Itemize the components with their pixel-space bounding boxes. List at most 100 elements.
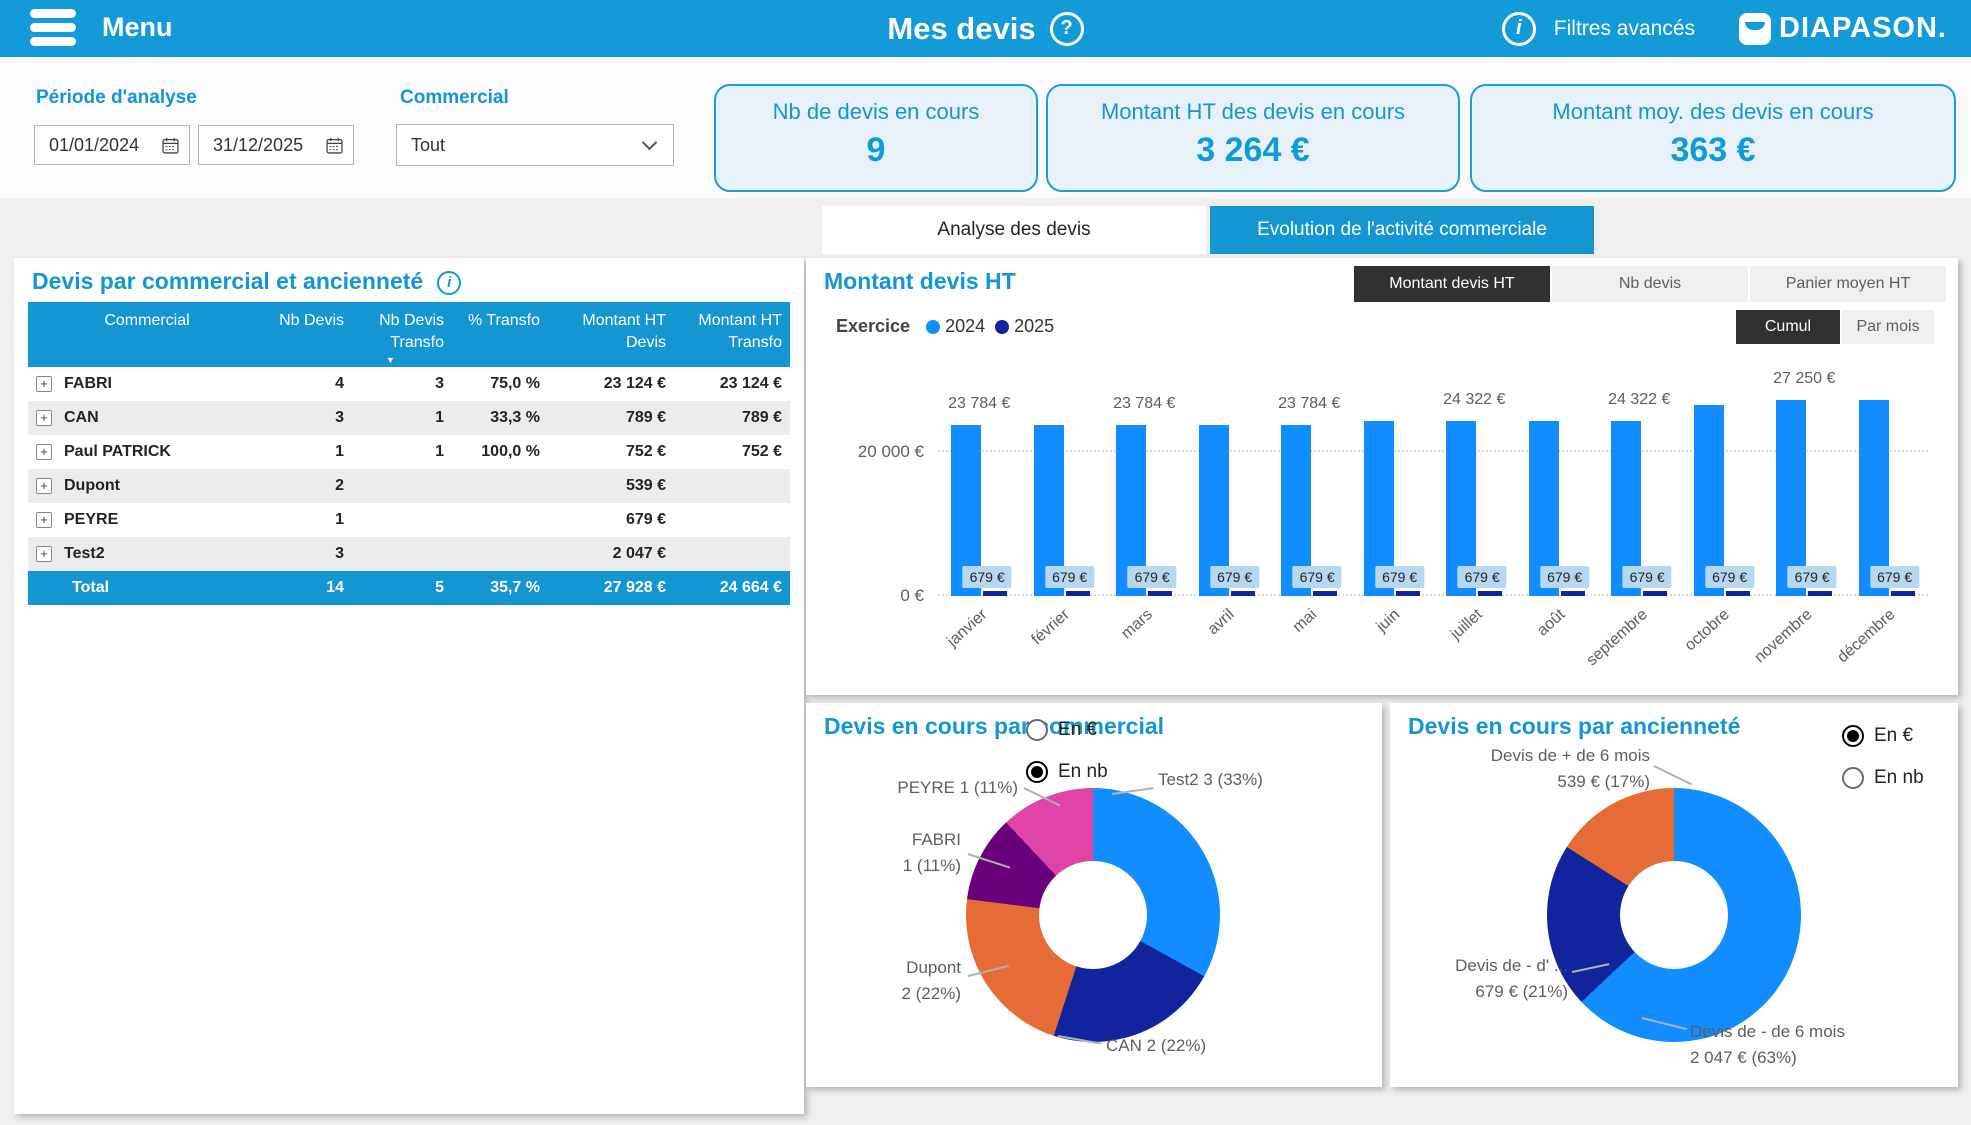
bar-group-juillet: 24 322 €679 € (1433, 354, 1516, 596)
radio-en-nb[interactable]: En nb (1842, 767, 1924, 789)
bar-2025-octobre[interactable] (1726, 591, 1750, 596)
bar-2025-mars[interactable] (1148, 591, 1172, 596)
legend-dot-2025 (995, 320, 1009, 334)
legend-2025[interactable]: 2025 (995, 316, 1054, 337)
top-bar: Menu Mes devis ? i Filtres avancés DIAPA… (0, 0, 1971, 57)
bar-2025-septembre[interactable] (1643, 591, 1667, 596)
metric-button-nb-devis[interactable]: Nb devis (1552, 266, 1748, 302)
bar-group-juin: 679 € (1351, 354, 1434, 596)
bar-2025-juillet[interactable] (1478, 591, 1502, 596)
table-row[interactable]: +Test2 3 2 047 € (28, 537, 790, 571)
date-to-input[interactable]: 31/12/2025 (198, 125, 354, 165)
legend-2024[interactable]: 2024 (926, 316, 985, 337)
bar-2025-juin[interactable] (1396, 591, 1420, 596)
commercial-select[interactable]: Tout (396, 124, 674, 166)
donut-chart-anciennete[interactable] (1547, 788, 1801, 1042)
callout-2025-octobre: 679 € (1705, 566, 1754, 588)
callout-2025-septembre: 679 € (1623, 566, 1672, 588)
bar-2025-novembre[interactable] (1808, 591, 1832, 596)
y-axis-tick-20000: 20 000 € (830, 442, 924, 462)
bar-2025-janvier[interactable] (983, 591, 1007, 596)
col-montant-ht-transfo[interactable]: Montant HT Transfo (674, 302, 790, 367)
bar-group-septembre: 24 322 €679 € (1598, 354, 1681, 596)
table-row[interactable]: +CAN 31 33,3 %789 € 789 € (28, 401, 790, 435)
slice-label-moins-6-mois: Devis de - de 6 mois 2 047 € (63%) (1690, 1019, 1845, 1072)
radio-circle[interactable] (1842, 767, 1864, 789)
advanced-filters-link[interactable]: Filtres avancés (1554, 17, 1695, 41)
axis-label-janvier: janvier (944, 606, 991, 651)
bar-2025-août[interactable] (1561, 591, 1585, 596)
table-row[interactable]: +Dupont 2 539 € (28, 469, 790, 503)
expand-icon[interactable]: + (36, 546, 52, 562)
expand-icon[interactable]: + (36, 512, 52, 528)
expand-icon[interactable]: + (36, 444, 52, 460)
bar-group-mars: 23 784 €679 € (1103, 354, 1186, 596)
radio-en-euro[interactable]: En € (1842, 725, 1913, 747)
expand-icon[interactable]: + (36, 410, 52, 426)
bar-group-novembre: 27 250 €679 € (1763, 354, 1846, 596)
expand-icon[interactable]: + (36, 376, 52, 392)
col-nb-devis[interactable]: Nb Devis (266, 302, 352, 367)
table-row[interactable]: +Paul PATRICK 11 100,0 %752 € 752 € (28, 435, 790, 469)
info-icon[interactable]: i (1502, 12, 1536, 46)
donut-chart-commercial[interactable] (966, 788, 1220, 1042)
bar-2025-mai[interactable] (1313, 591, 1337, 596)
bar-2025-février[interactable] (1066, 591, 1090, 596)
slice-label-moins-d: Devis de - d' ... 679 € (21%) (1400, 953, 1568, 1006)
bar-group-octobre: 679 € (1681, 354, 1764, 596)
table-row[interactable]: +FABRI 43 75,0 %23 124 € 23 124 € (28, 367, 790, 401)
devis-table: Commercial Nb Devis Nb Devis Transfo▼ % … (28, 302, 790, 605)
callout-2025-novembre: 679 € (1788, 566, 1837, 588)
axis-label-juillet: juillet (1447, 606, 1486, 644)
y-axis-tick-0: 0 € (830, 586, 924, 606)
menu-label[interactable]: Menu (102, 12, 173, 43)
bar-group-août: 679 € (1516, 354, 1599, 596)
bar-2025-avril[interactable] (1231, 591, 1255, 596)
date-from-input[interactable]: 01/01/2024 (34, 125, 190, 165)
help-icon[interactable]: ? (1050, 12, 1084, 46)
tab-analyse-des-devis[interactable]: Analyse des devis (822, 206, 1206, 254)
brand-logo: DIAPASON. (1739, 12, 1947, 45)
info-icon[interactable]: i (437, 271, 461, 295)
donut-commercial-panel: Devis en cours par commercial En € En nb… (806, 703, 1382, 1087)
mode-button-par-mois[interactable]: Par mois (1842, 310, 1934, 344)
col-nb-devis-transfo[interactable]: Nb Devis Transfo▼ (352, 302, 452, 367)
mode-button-cumul[interactable]: Cumul (1736, 310, 1840, 344)
slice-label-fabri: FABRI 1 (11%) (861, 827, 961, 880)
metric-button-montant-devis-ht[interactable]: Montant devis HT (1354, 266, 1550, 302)
col-pct-transfo[interactable]: % Transfo (452, 302, 548, 367)
expand-icon[interactable]: + (36, 478, 52, 494)
callout-2025-mars: 679 € (1128, 566, 1177, 588)
metric-button-panier-moyen-ht[interactable]: Panier moyen HT (1750, 266, 1946, 302)
callout-2025-décembre: 679 € (1870, 566, 1919, 588)
legend-title: Exercice (836, 316, 910, 337)
tab-evolution-activite[interactable]: Evolution de l'activité commerciale (1210, 206, 1594, 254)
axis-label-août: août (1534, 606, 1569, 640)
table-panel: Devis par commercial et anciennetéi Comm… (14, 258, 804, 1114)
table-row[interactable]: +PEYRE 1 679 € (28, 503, 790, 537)
radio-circle[interactable] (1026, 761, 1048, 783)
radio-en-nb[interactable]: En nb (1026, 761, 1108, 783)
slice-label-plus-6-mois: Devis de + de 6 mois 539 € (17%) (1410, 743, 1650, 796)
diapason-logo-icon (1739, 13, 1771, 45)
axis-label-mars: mars (1118, 606, 1156, 643)
callout-2025-février: 679 € (1045, 566, 1094, 588)
col-montant-ht-devis[interactable]: Montant HT Devis (548, 302, 674, 367)
kpi-montant-moyen: Montant moy. des devis en cours 363 € (1470, 84, 1956, 192)
slice-label-test2: Test2 3 (33%) (1158, 767, 1263, 793)
radio-circle[interactable] (1842, 725, 1864, 747)
slice-label-dupont: Dupont 2 (22%) (861, 955, 961, 1008)
chart-legend: Exercice 2024 2025 (836, 316, 1054, 337)
slice-label-can: CAN 2 (22%) (1106, 1033, 1206, 1059)
bar-2025-décembre[interactable] (1891, 591, 1915, 596)
hamburger-menu-icon[interactable] (30, 9, 78, 49)
radio-circle[interactable] (1026, 719, 1048, 741)
bar-group-février: 679 € (1021, 354, 1104, 596)
callout-2025-juin: 679 € (1375, 566, 1424, 588)
col-commercial[interactable]: Commercial (28, 302, 266, 367)
radio-en-euro[interactable]: En € (1026, 719, 1097, 741)
calendar-icon (162, 137, 179, 154)
callout-2025-mai: 679 € (1293, 566, 1342, 588)
brand-name: DIAPASON. (1779, 12, 1947, 45)
callout-2025-janvier: 679 € (963, 566, 1012, 588)
